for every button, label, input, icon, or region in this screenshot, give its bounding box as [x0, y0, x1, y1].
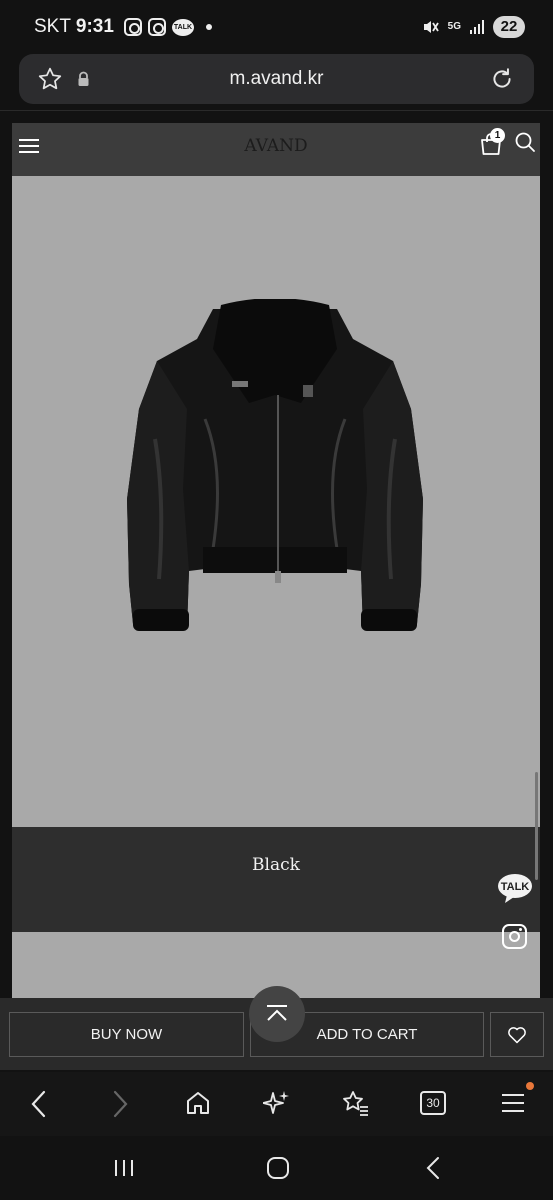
search-icon[interactable] [514, 131, 536, 153]
back-icon[interactable] [26, 1089, 52, 1119]
menu-notification-dot [526, 1082, 534, 1090]
leather-jacket-image [127, 299, 423, 631]
browser-menu-icon[interactable] [500, 1089, 526, 1117]
clock: 9:31 [75, 16, 114, 37]
bookmarks-icon[interactable] [340, 1089, 370, 1117]
home-button-icon[interactable] [266, 1156, 290, 1180]
browser-toolbar: 30 [0, 1072, 553, 1136]
tabs-count-icon[interactable]: 30 [420, 1091, 446, 1115]
network-5g-icon: 5G [447, 21, 461, 32]
product-image[interactable] [12, 176, 540, 827]
system-navigation-bar [0, 1136, 553, 1200]
site-logo[interactable]: AVAND [12, 136, 540, 156]
page-scrollbar[interactable] [535, 772, 538, 880]
site-header: AVAND 1 [12, 123, 540, 176]
system-status-icons: 5G 22 [422, 16, 525, 38]
buy-now-button[interactable]: BUY NOW [9, 1012, 244, 1057]
forward-icon[interactable] [107, 1089, 133, 1119]
wishlist-button[interactable] [490, 1012, 544, 1057]
scroll-top-icon [267, 1005, 287, 1021]
product-color-label: Black [252, 855, 300, 875]
kakaotalk-chat-icon[interactable]: TALK [497, 872, 533, 904]
recent-apps-icon[interactable] [112, 1156, 136, 1180]
cart-count-badge: 1 [490, 128, 505, 143]
scroll-to-top-button[interactable] [249, 986, 305, 1042]
instagram-notification-icon-2 [148, 18, 166, 36]
notification-icons: TALK [124, 18, 212, 36]
reload-icon[interactable] [489, 66, 515, 92]
sparkle-assistant-icon[interactable] [263, 1089, 291, 1117]
status-bar: SKT 9:31 TALK 5G 22 [0, 0, 553, 56]
heart-icon [508, 1027, 526, 1044]
mute-icon [423, 21, 439, 33]
more-notifications-dot-icon [206, 24, 212, 30]
carrier-name: SKT [34, 16, 71, 37]
kakaotalk-chat-label: TALK [501, 881, 530, 893]
status-carrier-time: SKT 9:31 [34, 16, 114, 38]
battery-level: 22 [493, 16, 525, 38]
web-page: AVAND 1 Black [12, 123, 540, 998]
instagram-link-icon[interactable] [502, 924, 527, 949]
instagram-notification-icon [124, 18, 142, 36]
system-back-icon[interactable] [422, 1156, 446, 1180]
address-bar[interactable]: m.avand.kr [19, 54, 534, 104]
toolbar-divider [0, 110, 553, 111]
home-icon[interactable] [184, 1089, 212, 1117]
signal-icon [470, 20, 484, 34]
kakaotalk-notification-icon: TALK [172, 18, 194, 36]
url-text[interactable]: m.avand.kr [19, 68, 534, 90]
